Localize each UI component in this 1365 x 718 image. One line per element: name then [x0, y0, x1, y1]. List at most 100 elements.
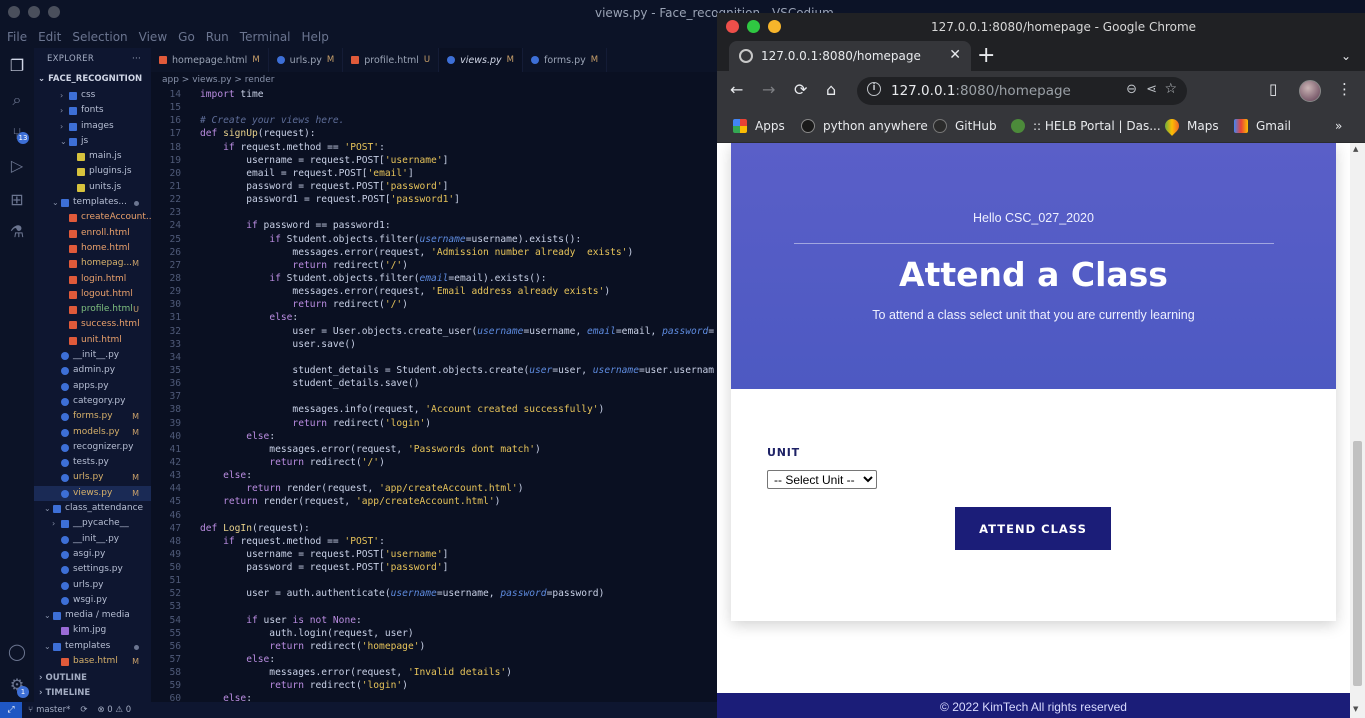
branch-name[interactable]: master*	[36, 705, 70, 715]
code-line[interactable]: 20 email = request.POST['email']	[151, 167, 717, 180]
code-area[interactable]: 14 import time 15 16 # Create your views her…	[151, 88, 717, 702]
window-control-minimize[interactable]	[28, 6, 40, 18]
menu-file[interactable]: File	[7, 26, 27, 48]
new-tab-button[interactable]: +	[977, 43, 995, 68]
editor-tab[interactable]: homepage.html M	[151, 48, 269, 72]
tree-item[interactable]: admin.py	[34, 363, 151, 378]
menu-edit[interactable]: Edit	[38, 26, 61, 48]
scroll-down-arrow-icon[interactable]: ▼	[1353, 705, 1358, 713]
code-line[interactable]: 14 import time	[151, 88, 717, 101]
bookmark-gmail[interactable]: Gmail	[1234, 119, 1291, 133]
code-line[interactable]: 46	[151, 509, 717, 522]
code-line[interactable]: 25 if Student.objects.filter(username=us…	[151, 233, 717, 246]
window-control-maximize[interactable]	[48, 6, 60, 18]
editor-tab[interactable]: views.py M	[439, 48, 523, 72]
tree-item[interactable]: __init__.py	[34, 348, 151, 363]
code-line[interactable]: 48 if request.method == 'POST':	[151, 535, 717, 548]
tree-item[interactable]: kim.jpg	[34, 623, 151, 638]
code-line[interactable]: 39 return redirect('login')	[151, 417, 717, 430]
tree-item[interactable]: plugins.js	[34, 164, 151, 179]
home-icon[interactable]: ⌂	[826, 80, 836, 99]
code-line[interactable]: 54 if user is not None:	[151, 614, 717, 627]
code-line[interactable]: 15	[151, 101, 717, 114]
tree-item[interactable]: views.py M	[34, 485, 151, 502]
code-line[interactable]: 28 if Student.objects.filter(email=email…	[151, 272, 717, 285]
code-line[interactable]: 60 else:	[151, 692, 717, 702]
tree-item[interactable]: success.html	[34, 317, 151, 332]
address-bar[interactable]: i 127.0.0.1:8080/homepage ⊖ ⋖ ☆	[857, 77, 1187, 105]
tree-item[interactable]: ⌄ templates	[34, 639, 151, 654]
menu-terminal[interactable]: Terminal	[240, 26, 291, 48]
tree-item[interactable]: urls.py	[34, 578, 151, 593]
editor-tab[interactable]: urls.py M	[269, 48, 344, 72]
scroll-up-arrow-icon[interactable]: ▲	[1353, 145, 1358, 153]
code-line[interactable]: 34	[151, 351, 717, 364]
tree-item[interactable]: ⌄ js	[34, 134, 151, 149]
tree-item[interactable]: main.js	[34, 149, 151, 164]
tree-item[interactable]: ⌄ class_attendance	[34, 501, 151, 516]
outline-section[interactable]: › OUTLINE	[34, 671, 151, 686]
tree-item[interactable]: __init__.py	[34, 532, 151, 547]
code-line[interactable]: 51	[151, 574, 717, 587]
bookmark-helb-portal[interactable]: :: HELB Portal | Das...	[1011, 119, 1161, 133]
code-line[interactable]: 19 username = request.POST['username']	[151, 154, 717, 167]
editor-tab[interactable]: forms.py M	[523, 48, 608, 72]
code-line[interactable]: 17 def signUp(request):	[151, 127, 717, 140]
explorer-project-root[interactable]: ⌄ FACE_RECOGNITION	[34, 70, 151, 88]
forward-arrow-icon[interactable]: →	[762, 80, 775, 99]
code-line[interactable]: 33 user.save()	[151, 338, 717, 351]
breadcrumb[interactable]: app > views.py > render	[151, 72, 717, 88]
timeline-section[interactable]: › TIMELINE	[34, 686, 151, 701]
code-line[interactable]: 37	[151, 390, 717, 403]
tab-search-chevron-icon[interactable]: ⌄	[1341, 49, 1351, 63]
attend-class-button[interactable]: ATTEND CLASS	[955, 507, 1111, 550]
search-icon[interactable]: ⌕	[7, 90, 27, 110]
tree-item[interactable]: › images	[34, 119, 151, 134]
address-url[interactable]: 127.0.0.1:8080/homepage	[891, 83, 1071, 99]
code-line[interactable]: 38 messages.info(request, 'Account creat…	[151, 403, 717, 416]
bookmark-apps[interactable]: Apps	[733, 119, 785, 133]
extensions-icon[interactable]: ⊞	[7, 190, 27, 210]
tree-item[interactable]: › css	[34, 88, 151, 103]
reload-icon[interactable]: ⟳	[794, 80, 807, 99]
code-line[interactable]: 52 user = auth.authenticate(username=use…	[151, 587, 717, 600]
explorer-more-button[interactable]: ···	[132, 54, 141, 64]
back-arrow-icon[interactable]: ←	[730, 80, 743, 99]
code-line[interactable]: 59 return redirect('login')	[151, 679, 717, 692]
remote-indicator-icon[interactable]: ⤢	[0, 702, 22, 718]
bookmark-python-anywhere[interactable]: python anywhere	[801, 119, 928, 133]
bookmark-github[interactable]: GitHub	[933, 119, 997, 133]
code-line[interactable]: 56 return redirect('homepage')	[151, 640, 717, 653]
more-bookmarks-chevron-icon[interactable]: »	[1335, 119, 1342, 133]
tree-item[interactable]: logout.html	[34, 287, 151, 302]
tree-item[interactable]: › __pycache__	[34, 516, 151, 531]
code-line[interactable]: 32 user = User.objects.create_user(usern…	[151, 325, 717, 338]
code-line[interactable]: 42 return redirect('/')	[151, 456, 717, 469]
code-line[interactable]: 18 if request.method == 'POST':	[151, 141, 717, 154]
code-line[interactable]: 30 return redirect('/')	[151, 298, 717, 311]
code-line[interactable]: 23	[151, 206, 717, 219]
code-line[interactable]: 44 return render(request, 'app/createAcc…	[151, 482, 717, 495]
tree-item[interactable]: settings.py	[34, 562, 151, 577]
code-line[interactable]: 16 # Create your views here.	[151, 114, 717, 127]
code-line[interactable]: 41 messages.error(request, 'Passwords do…	[151, 443, 717, 456]
code-line[interactable]: 55 auth.login(request, user)	[151, 627, 717, 640]
code-line[interactable]: 45 return render(request, 'app/createAcc…	[151, 495, 717, 508]
menu-run[interactable]: Run	[206, 26, 229, 48]
tree-item[interactable]: tests.py	[34, 455, 151, 470]
chrome-menu-icon[interactable]: ⋮	[1337, 80, 1352, 98]
problems-indicator[interactable]: ⊗ 0 ⚠ 0	[97, 705, 131, 715]
menu-selection[interactable]: Selection	[72, 26, 127, 48]
zoom-icon[interactable]: ⊖	[1126, 82, 1137, 97]
tree-item[interactable]: createAccount...	[34, 210, 151, 225]
tree-item[interactable]: category.py	[34, 394, 151, 409]
tree-item[interactable]: apps.py	[34, 379, 151, 394]
code-line[interactable]: 40 else:	[151, 430, 717, 443]
tree-item[interactable]: recognizer.py	[34, 440, 151, 455]
code-line[interactable]: 36 student_details.save()	[151, 377, 717, 390]
tree-item[interactable]: profile.html U	[34, 302, 151, 317]
run-debug-icon[interactable]: ▷	[7, 156, 27, 176]
tree-item[interactable]: wsgi.py	[34, 593, 151, 608]
tree-item[interactable]: asgi.py	[34, 547, 151, 562]
tree-item[interactable]: units.js	[34, 180, 151, 195]
